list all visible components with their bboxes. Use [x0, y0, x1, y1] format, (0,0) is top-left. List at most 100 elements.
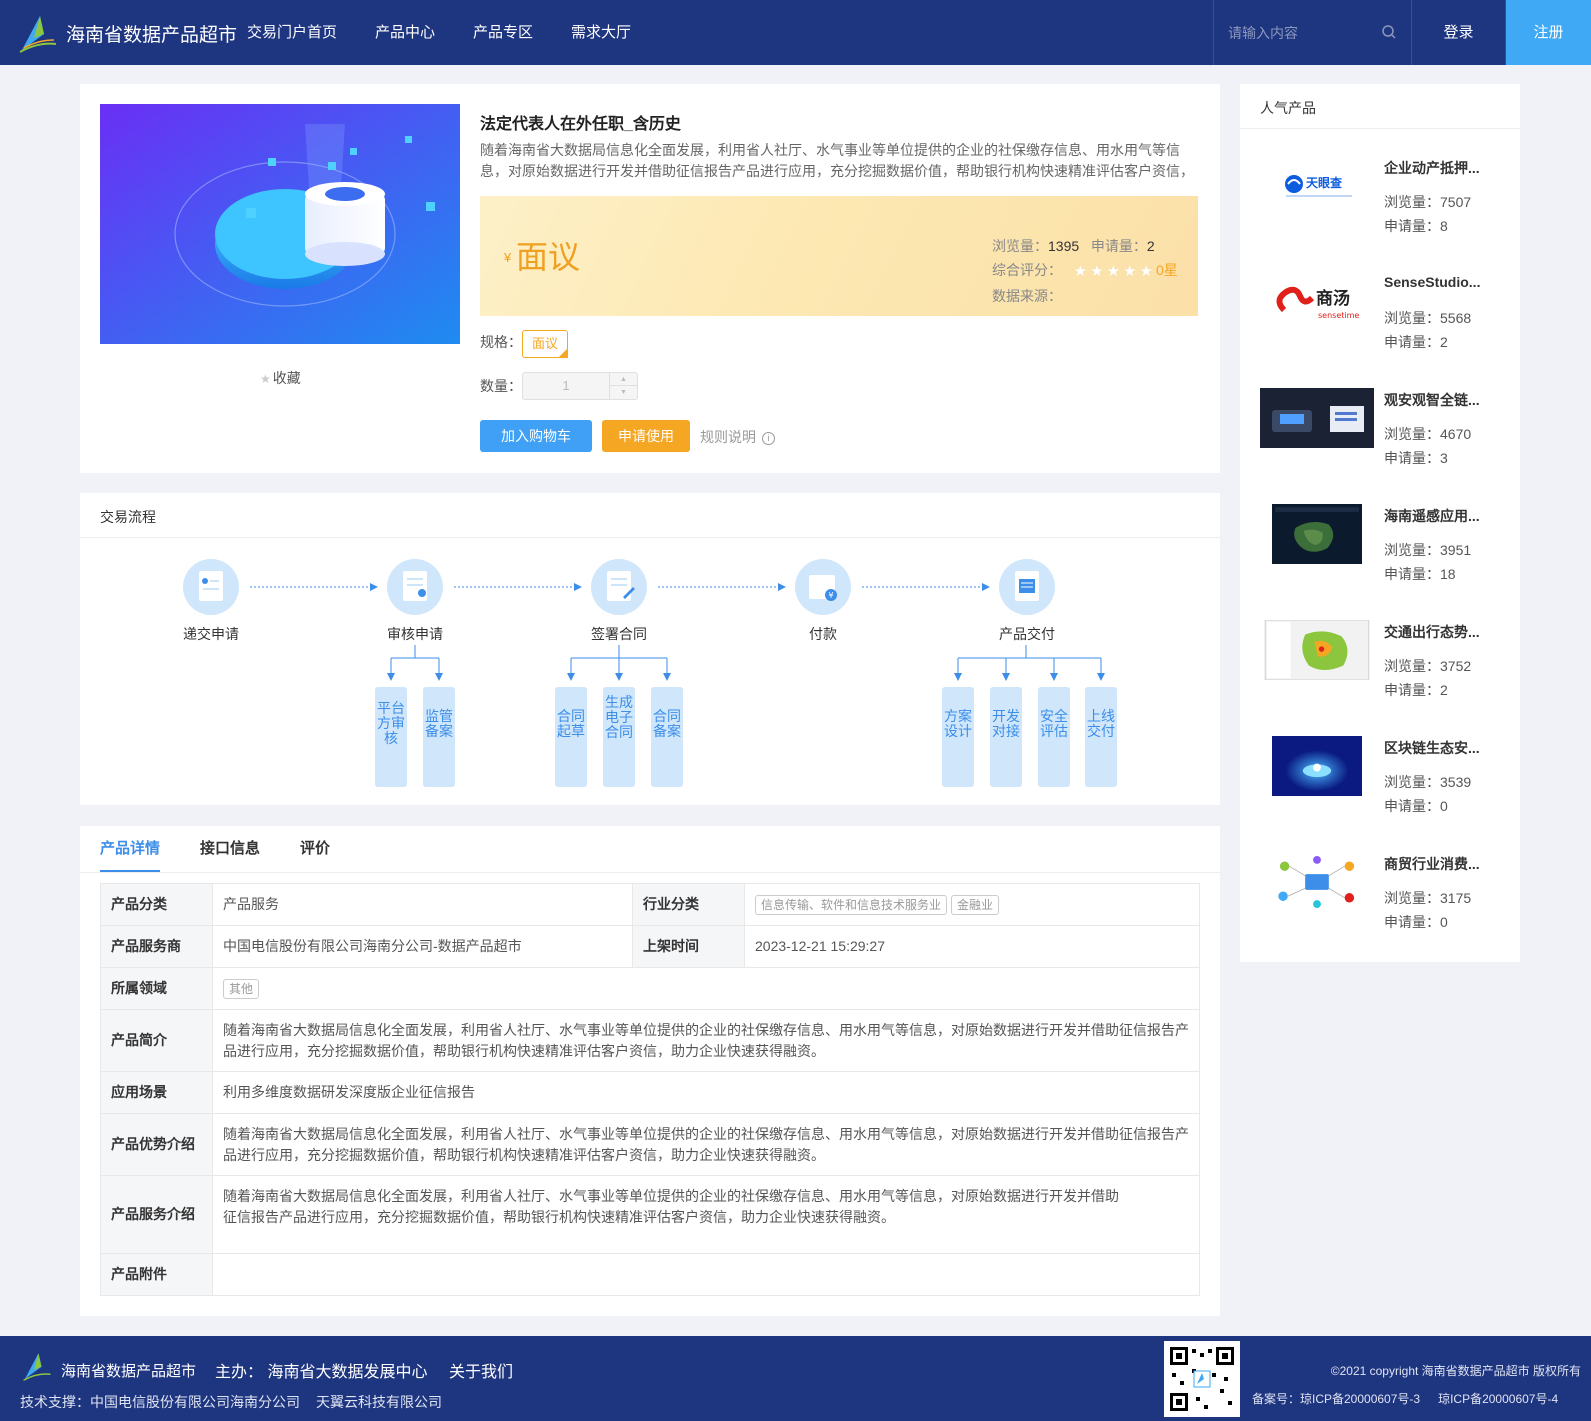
product-thumbnail: [1272, 736, 1362, 796]
svg-text:天眼查: 天眼查: [1306, 175, 1343, 190]
table-row: 产品简介 随着海南省大数据局信息化全面发展，利用省人社厅、水气事业等单位提供的企…: [100, 1009, 1200, 1072]
hot-product-applies: 申请量：2: [1384, 682, 1448, 698]
quantity-label: 数量：: [480, 378, 522, 394]
divider: [1240, 128, 1520, 129]
delivery-icon: [999, 559, 1055, 615]
chevron-down-icon[interactable]: ▼: [609, 386, 637, 399]
applies-count: 2: [1146, 238, 1155, 254]
tab-reviews[interactable]: 评价: [300, 826, 330, 872]
star-icon: ★: [1090, 262, 1104, 280]
site-logo-icon[interactable]: [18, 12, 58, 54]
product-thumbnail: [1264, 620, 1370, 680]
product-detail-card: 产品详情 接口信息 评价 产品分类 产品服务 行业分类 信息传输、软件和信息技术…: [80, 826, 1220, 1316]
hot-product-views: 浏览量：7507: [1384, 194, 1472, 210]
hot-product-name: 企业动产抵押...: [1384, 160, 1480, 176]
tab-api-info[interactable]: 接口信息: [200, 826, 260, 872]
flow-sub-step: 开发对接: [990, 687, 1022, 787]
footer-site-name: 海南省数据产品超市: [61, 1363, 197, 1380]
table-row: 所属领域 其他: [100, 967, 1200, 1010]
product-thumbnail: 商汤 sensetime: [1260, 272, 1374, 332]
advantage-value: 随着海南省大数据局信息化全面发展，利用省人社厅、水气事业等单位提供的企业的社保缴…: [212, 1113, 1200, 1176]
hot-product-views: 浏览量：3175: [1384, 890, 1472, 906]
provider-value: 中国电信股份有限公司海南分公司-数据产品超市: [212, 925, 633, 968]
flow-sub-step: 安全评估: [1038, 687, 1070, 787]
domain-tags: 其他: [212, 967, 1200, 1010]
flow-sub-step: 生成电子合同: [603, 687, 635, 787]
top-header: 海南省数据产品超市 交易门户首页 产品中心 产品专区 需求大厅 登录 注册: [0, 0, 1591, 65]
tab-product-detail[interactable]: 产品详情: [100, 826, 161, 872]
payment-icon: ¥: [795, 559, 851, 615]
hot-product-item[interactable]: 海南遥感应用... 浏览量：3951 申请量：18: [1260, 504, 1510, 604]
nav-home[interactable]: 交易门户首页: [247, 0, 337, 65]
search-input[interactable]: [1228, 22, 1373, 44]
views-count: 1395: [1048, 238, 1080, 254]
about-us-link[interactable]: 关于我们: [449, 1358, 513, 1382]
hot-product-item[interactable]: 区块链生态安... 浏览量：3539 申请量：0: [1260, 736, 1510, 836]
search-icon[interactable]: [1381, 24, 1397, 40]
detail-table: 产品分类 产品服务 行业分类 信息传输、软件和信息技术服务业 金融业 产品服务商 …: [100, 883, 1200, 1296]
nav-product-zone[interactable]: 产品专区: [473, 0, 533, 65]
register-button[interactable]: 注册: [1506, 0, 1591, 65]
submit-application-icon: [183, 559, 239, 615]
trade-flow-card: 交易流程 递交申请 审核申请 签署合同 ¥ 付款 产品交付 平台方审核 监管备案…: [80, 493, 1220, 805]
attachment-value: [212, 1253, 1200, 1296]
hot-product-views: 浏览量：3539: [1384, 774, 1472, 790]
icp-records: 备案号：琼ICP备20000607号-3 琼ICP备20000607号-4: [1252, 1392, 1559, 1406]
category-value: 产品服务: [212, 883, 633, 926]
hot-product-name: 区块链生态安...: [1384, 740, 1480, 756]
star-icon: ★: [1123, 262, 1137, 280]
hot-product-item[interactable]: 交通出行态势... 浏览量：3752 申请量：2: [1260, 620, 1510, 720]
hot-product-item[interactable]: 商汤 sensetime SenseStudio... 浏览量：5568 申请量…: [1260, 272, 1510, 372]
divider: [80, 872, 1220, 873]
favorite-button[interactable]: ★ 收藏: [260, 368, 301, 388]
product-stats: 浏览量：1395 申请量：2 综合评分： ★ ★ ★ ★ ★ 0星 数据来源：: [992, 234, 1178, 308]
site-name[interactable]: 海南省数据产品超市: [66, 20, 237, 47]
hot-products-panel: 人气产品 天眼查 企业动产抵押... 浏览量：7507 申请量：8 商汤 sen…: [1240, 84, 1520, 962]
product-card: ★ 收藏 法定代表人在外任职_含历史 随着海南省大数据局信息化全面发展，利用省人社…: [80, 84, 1220, 473]
hot-product-name: 海南遥感应用...: [1384, 508, 1480, 524]
table-row: 产品服务介绍 随着海南省大数据局信息化全面发展，利用省人社厅、水气事业等单位提供…: [100, 1175, 1200, 1254]
star-icon: ★: [260, 372, 271, 386]
login-button[interactable]: 登录: [1412, 0, 1506, 65]
hot-product-item[interactable]: 天眼查 企业动产抵押... 浏览量：7507 申请量：8: [1260, 156, 1510, 256]
table-row: 产品分类 产品服务 行业分类 信息传输、软件和信息技术服务业 金融业: [100, 883, 1200, 926]
quantity-stepper[interactable]: 1 ▲ ▼: [522, 372, 638, 400]
footer: 海南省数据产品超市 主办： 海南省大数据发展中心 关于我们 技术支撑：中国电信股…: [0, 1336, 1591, 1421]
star-icon: ★: [1106, 262, 1121, 280]
qr-code: [1164, 1341, 1240, 1417]
hot-product-applies: 申请量：8: [1384, 218, 1448, 234]
listed-time-value: 2023-12-21 15:29:27: [744, 925, 1200, 968]
intro-value: 随着海南省大数据局信息化全面发展，利用省人社厅、水气事业等单位提供的企业的社保缴…: [212, 1009, 1200, 1072]
currency-symbol: ¥: [504, 250, 512, 265]
rules-link[interactable]: 规则说明 i: [700, 427, 775, 447]
chevron-up-icon[interactable]: ▲: [609, 373, 637, 386]
flow-sub-step: 方案设计: [942, 687, 974, 787]
quantity-value[interactable]: 1: [523, 373, 609, 399]
spec-label: 规格：: [480, 334, 522, 350]
hot-product-item[interactable]: 商贸行业消费... 浏览量：3175 申请量：0: [1260, 852, 1510, 952]
hot-product-item[interactable]: 观安观智全链... 浏览量：4670 申请量：3: [1260, 388, 1510, 488]
hot-product-name: SenseStudio...: [1384, 274, 1481, 290]
table-row: 产品服务商 中国电信股份有限公司海南分公司-数据产品超市 上架时间 2023-1…: [100, 925, 1200, 968]
review-application-icon: [387, 559, 443, 615]
table-row: 产品附件: [100, 1253, 1200, 1296]
site-logo-icon: [23, 1353, 51, 1381]
hot-product-name: 观安观智全链...: [1384, 392, 1480, 408]
spec-option[interactable]: 面议: [522, 330, 568, 358]
flow-sub-step: 上线交付: [1085, 687, 1117, 787]
hot-product-views: 浏览量：5568: [1384, 310, 1472, 326]
nav-demand-hall[interactable]: 需求大厅: [571, 0, 631, 65]
rating-text: 0星: [1155, 262, 1178, 278]
sign-contract-icon: [591, 559, 647, 615]
flow-step-contract: 签署合同: [569, 559, 669, 644]
apply-button[interactable]: 申请使用: [602, 420, 690, 452]
main-nav: 交易门户首页 产品中心 产品专区 需求大厅: [247, 0, 669, 65]
flow-step-submit: 递交申请: [161, 559, 261, 644]
hot-product-views: 浏览量：3951: [1384, 542, 1472, 558]
table-row: 应用场景 利用多维度数据研发深度版企业征信报告: [100, 1071, 1200, 1114]
star-icon: ★: [1139, 262, 1153, 280]
nav-product-center[interactable]: 产品中心: [375, 0, 435, 65]
product-thumbnail: [1272, 852, 1362, 912]
add-to-cart-button[interactable]: 加入购物车: [480, 420, 592, 452]
hot-product-name: 交通出行态势...: [1384, 624, 1480, 640]
